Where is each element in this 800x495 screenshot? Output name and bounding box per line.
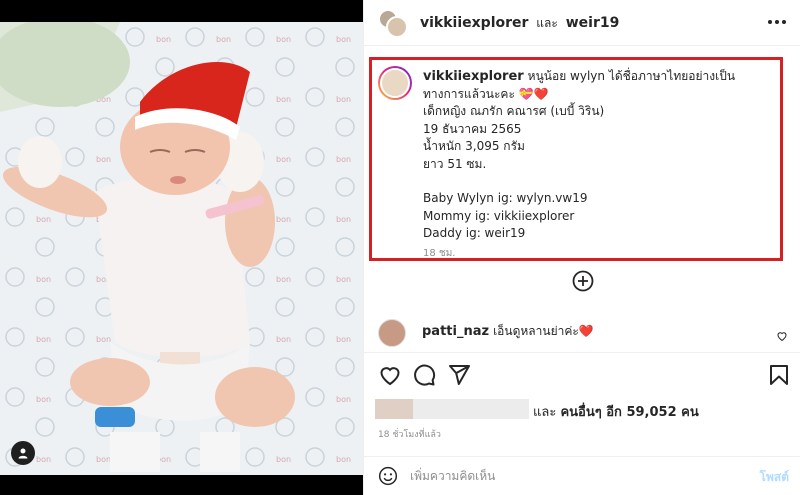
post-authors: vikkiiexplorer และ weir19 — [420, 14, 619, 33]
comment-composer: โพสต์ — [364, 456, 800, 495]
caption-highlight: vikkiiexplorer หนูน้อย wylyn ได้ชื่อภาษาไ… — [369, 57, 783, 261]
share-icon — [449, 365, 470, 385]
comment-input[interactable] — [410, 465, 730, 487]
more-options-button[interactable] — [765, 12, 789, 32]
like-button[interactable] — [378, 363, 402, 387]
likes-text: และ คนอื่นๆ อีก 59,052 คน — [533, 401, 699, 422]
post-actions — [364, 352, 800, 392]
load-more-comments-button[interactable] — [572, 270, 594, 292]
caption-line: 19 ธันวาคม 2565 — [423, 121, 522, 136]
caption-text: vikkiiexplorer หนูน้อย wylyn ได้ชื่อภาษาไ… — [423, 68, 773, 262]
caption-line: Mommy ig: vikkiiexplorer — [423, 208, 575, 223]
user-tag-button[interactable] — [11, 441, 35, 465]
caption-time[interactable]: 18 ชม. — [423, 245, 773, 263]
caption-line: Baby Wylyn ig: wylyn.vw19 — [423, 191, 588, 205]
save-button[interactable] — [767, 363, 791, 387]
baby-photo[interactable]: bon — [0, 22, 363, 475]
post-details: vikkiiexplorer และ weir19 vikkiiexplorer… — [363, 0, 800, 495]
caption-line: เด็กหญิง ณภรัก คณารศ (เบบี้ วิริน) — [423, 104, 605, 118]
emoji-icon — [378, 466, 398, 486]
caption-line: น้ำหนัก 3,095 กรัม — [423, 139, 525, 153]
comment-text: patti_naz เอ็นดูหลานย่าค่ะ❤️ — [422, 322, 594, 341]
share-button[interactable] — [447, 363, 471, 387]
likes-count-link[interactable]: คนอื่นๆ อีก 59,052 คน — [560, 405, 698, 420]
comment-item: patti_naz เอ็นดูหลานย่าค่ะ❤️ — [378, 319, 788, 349]
blurred-username — [413, 399, 529, 419]
post-media: bon — [0, 0, 363, 495]
avatar[interactable] — [378, 66, 412, 100]
comment-body: เอ็นดูหลานย่าค่ะ❤️ — [493, 324, 594, 338]
caption-username-link[interactable]: vikkiiexplorer — [423, 69, 524, 84]
avatar — [375, 399, 413, 419]
heart-icon — [777, 332, 787, 342]
comment-like-button[interactable] — [776, 327, 788, 342]
post-header: vikkiiexplorer และ weir19 — [364, 0, 800, 46]
bookmark-icon — [770, 365, 788, 385]
baby-photo-illustration: bon — [0, 22, 363, 475]
caption-line: Daddy ig: weir19 — [423, 226, 526, 240]
likes-prefix: และ — [533, 405, 557, 420]
coauthor-username-link[interactable]: weir19 — [566, 15, 620, 31]
avatar[interactable] — [378, 319, 406, 347]
heart-icon — [380, 367, 400, 386]
emoji-button[interactable] — [378, 466, 398, 486]
likes-summary[interactable]: และ คนอื่นๆ อีก 59,052 คน — [375, 399, 795, 422]
add-circle-icon — [572, 270, 594, 292]
more-icon — [768, 20, 786, 24]
comment-icon — [414, 364, 436, 386]
comment-button[interactable] — [412, 363, 436, 387]
post-comment-button[interactable]: โพสต์ — [760, 468, 789, 487]
user-tag-icon — [18, 448, 28, 459]
author-username-link[interactable]: vikkiiexplorer — [420, 15, 528, 31]
caption-line: ยาว 51 ซม. — [423, 156, 487, 171]
comment-username-link[interactable]: patti_naz — [422, 324, 489, 339]
post-timestamp[interactable]: 18 ชั่วโมงที่แล้ว — [378, 427, 441, 441]
avatar[interactable] — [386, 16, 408, 38]
and-text: และ — [536, 16, 558, 30]
